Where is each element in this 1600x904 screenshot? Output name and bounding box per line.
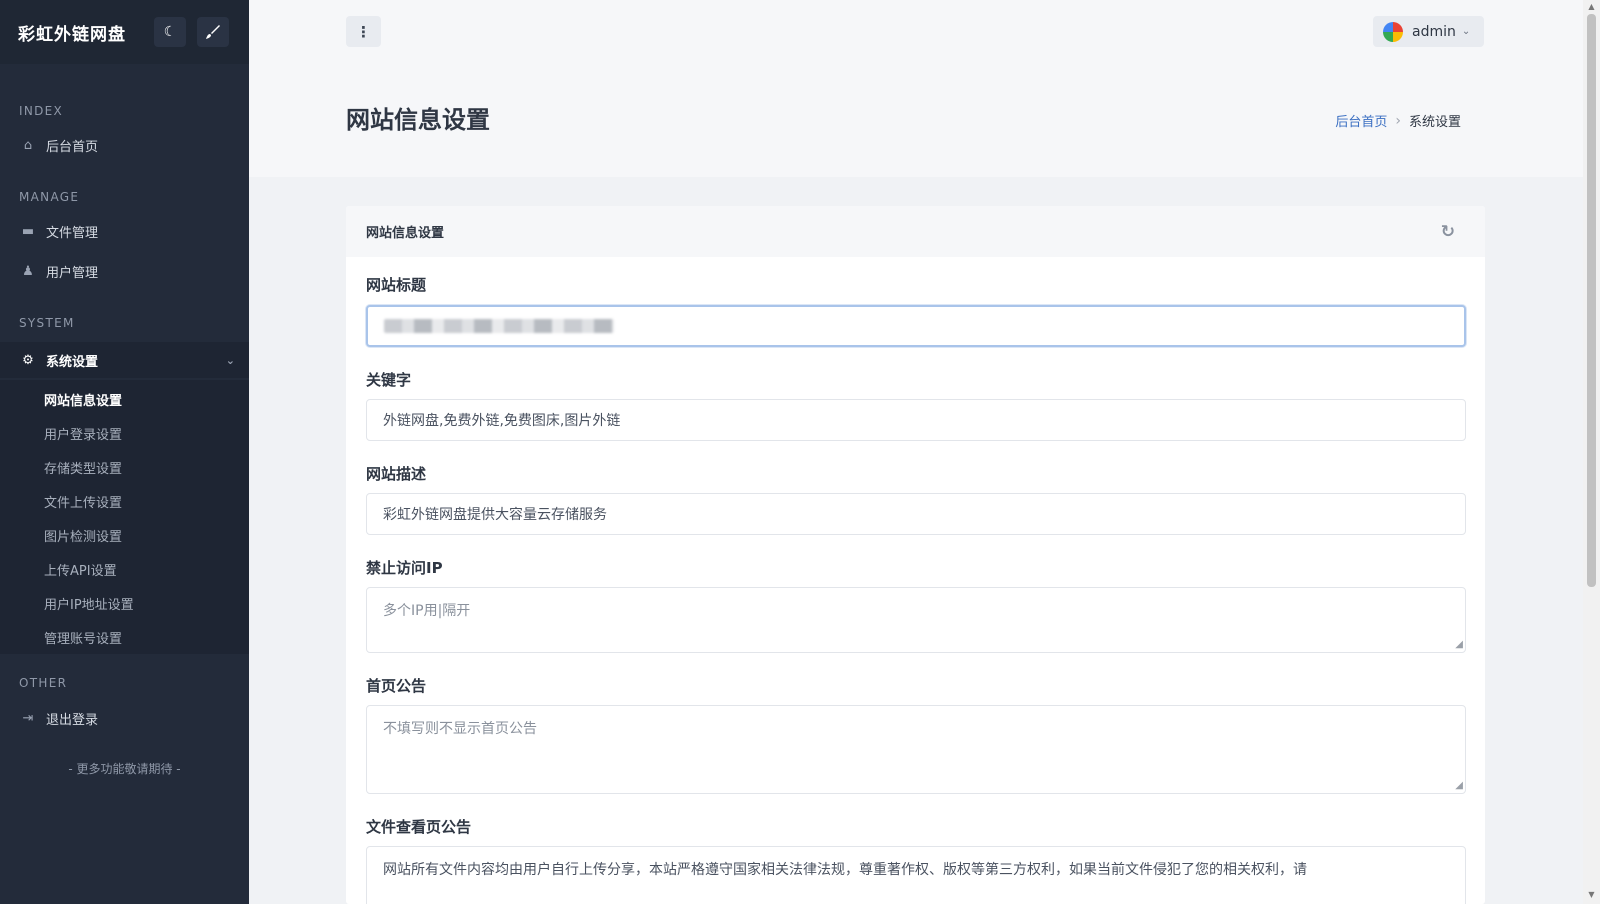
page-scrollbar[interactable]: ▲ ▼ — [1583, 0, 1600, 904]
logout-icon: ⇥ — [22, 710, 34, 726]
sidebar-item-settings[interactable]: ⚙ 系统设置 ⌄ — [0, 342, 249, 378]
description-input[interactable]: 彩虹外链网盘提供大容量云存储服务 — [366, 493, 1466, 535]
redacted-value — [384, 319, 614, 333]
breadcrumb-current: 系统设置 — [1408, 115, 1461, 130]
resize-handle-icon[interactable]: ◢ — [1455, 640, 1463, 650]
file-view-notice-value: 网站所有文件内容均由用户自行上传分享，本站严格遵守国家相关法律法规，尊重著作权、… — [383, 862, 1307, 878]
submenu-site-info[interactable]: 网站信息设置 — [44, 390, 122, 409]
description-value: 彩虹外链网盘提供大容量云存储服务 — [383, 507, 607, 523]
sidebar-item-users[interactable]: ♟ 用户管理 — [0, 253, 249, 289]
chevron-right-icon: › — [1395, 112, 1401, 129]
submenu-user-ip[interactable]: 用户IP地址设置 — [44, 594, 134, 613]
card-title: 网站信息设置 — [366, 226, 445, 241]
refresh-icon[interactable]: ↻ — [1441, 222, 1455, 242]
keywords-label: 关键字 — [366, 371, 412, 389]
sidebar-item-label: 文件管理 — [46, 225, 99, 241]
section-system: SYSTEM — [19, 316, 75, 330]
user-name: admin — [1412, 23, 1456, 40]
page-title: 网站信息设置 — [346, 106, 490, 134]
resize-handle-icon[interactable]: ◢ — [1455, 781, 1463, 791]
card-header: 网站信息设置 ↻ — [346, 206, 1485, 257]
sidebar-item-files[interactable]: ▬ 文件管理 — [0, 213, 249, 249]
scrollbar-thumb[interactable] — [1587, 14, 1596, 587]
topbar: ⋮ admin ⌄ — [249, 0, 1583, 62]
sidebar-footer: - 更多功能敬请期待 - — [68, 762, 181, 776]
sidebar-item-label: 退出登录 — [46, 712, 99, 728]
keywords-input[interactable]: 外链网盘,免费外链,免费图床,图片外链 — [366, 399, 1466, 441]
submenu-admin-account[interactable]: 管理账号设置 — [44, 628, 122, 647]
avatar — [1383, 21, 1403, 42]
folder-icon: ▬ — [21, 223, 35, 239]
sidebar-item-home[interactable]: ⌂ 后台首页 — [0, 127, 249, 163]
scroll-down-icon[interactable]: ▼ — [1587, 891, 1596, 899]
breadcrumb-home-link[interactable]: 后台首页 — [1335, 111, 1387, 130]
settings-submenu: 网站信息设置 用户登录设置 存储类型设置 文件上传设置 图片检测设置 上传API… — [0, 380, 249, 654]
submenu-upload[interactable]: 文件上传设置 — [44, 492, 122, 511]
submenu-login[interactable]: 用户登录设置 — [44, 424, 122, 443]
file-view-notice-textarea[interactable]: 网站所有文件内容均由用户自行上传分享，本站严格遵守国家相关法律法规，尊重著作权、… — [366, 846, 1466, 904]
home-icon: ⌂ — [23, 137, 33, 153]
sidebar-item-label: 系统设置 — [46, 354, 99, 370]
moon-icon: ☾ — [163, 24, 177, 40]
submenu-storage[interactable]: 存储类型设置 — [44, 458, 122, 477]
section-other: OTHER — [19, 676, 68, 690]
sidebar-item-logout[interactable]: ⇥ 退出登录 — [0, 700, 249, 736]
site-title-label: 网站标题 — [366, 276, 427, 294]
scroll-up-icon[interactable]: ▲ — [1587, 3, 1596, 11]
block-ip-placeholder: 多个IP用|隔开 — [383, 603, 471, 619]
site-title-input[interactable] — [366, 305, 1466, 347]
section-index: INDEX — [19, 104, 64, 118]
sidebar: 彩虹外链网盘 ☾ INDEX ⌂ 后台首页 MANAGE ▬ 文件管理 ♟ 用户… — [0, 0, 249, 904]
home-notice-textarea[interactable]: 不填写则不显示首页公告 ◢ — [366, 705, 1466, 794]
sidebar-item-label: 用户管理 — [46, 265, 99, 281]
home-notice-placeholder: 不填写则不显示首页公告 — [383, 721, 537, 737]
section-manage: MANAGE — [19, 190, 80, 204]
chevron-down-icon: ⌄ — [225, 353, 235, 367]
theme-button[interactable] — [197, 17, 229, 47]
chevron-down-icon: ⌄ — [1461, 26, 1471, 37]
settings-card: 网站信息设置 ↻ 网站标题 关键字 外链网盘,免费外链,免费图床,图片外链 网站… — [346, 206, 1485, 904]
users-icon: ♟ — [22, 263, 34, 279]
submenu-image-check[interactable]: 图片检测设置 — [44, 526, 122, 545]
block-ip-textarea[interactable]: 多个IP用|隔开 ◢ — [366, 587, 1466, 653]
more-menu-button[interactable]: ⋮ — [346, 16, 381, 47]
block-ip-label: 禁止访问IP — [366, 559, 443, 577]
brush-icon — [206, 25, 220, 39]
keywords-value: 外链网盘,免费外链,免费图床,图片外链 — [383, 413, 621, 429]
gear-icon: ⚙ — [22, 352, 34, 368]
description-label: 网站描述 — [366, 465, 427, 483]
more-vertical-icon: ⋮ — [356, 22, 371, 41]
brand-title: 彩虹外链网盘 — [18, 24, 126, 45]
page-header: 网站信息设置 后台首页 › 系统设置 — [249, 62, 1583, 177]
user-menu-button[interactable]: admin ⌄ — [1373, 16, 1484, 47]
breadcrumb: 后台首页 › 系统设置 — [1335, 111, 1461, 131]
dark-mode-button[interactable]: ☾ — [154, 17, 186, 47]
submenu-upload-api[interactable]: 上传API设置 — [44, 560, 117, 579]
file-view-notice-label: 文件查看页公告 — [366, 818, 472, 836]
sidebar-item-label: 后台首页 — [46, 139, 99, 155]
home-notice-label: 首页公告 — [366, 677, 427, 695]
